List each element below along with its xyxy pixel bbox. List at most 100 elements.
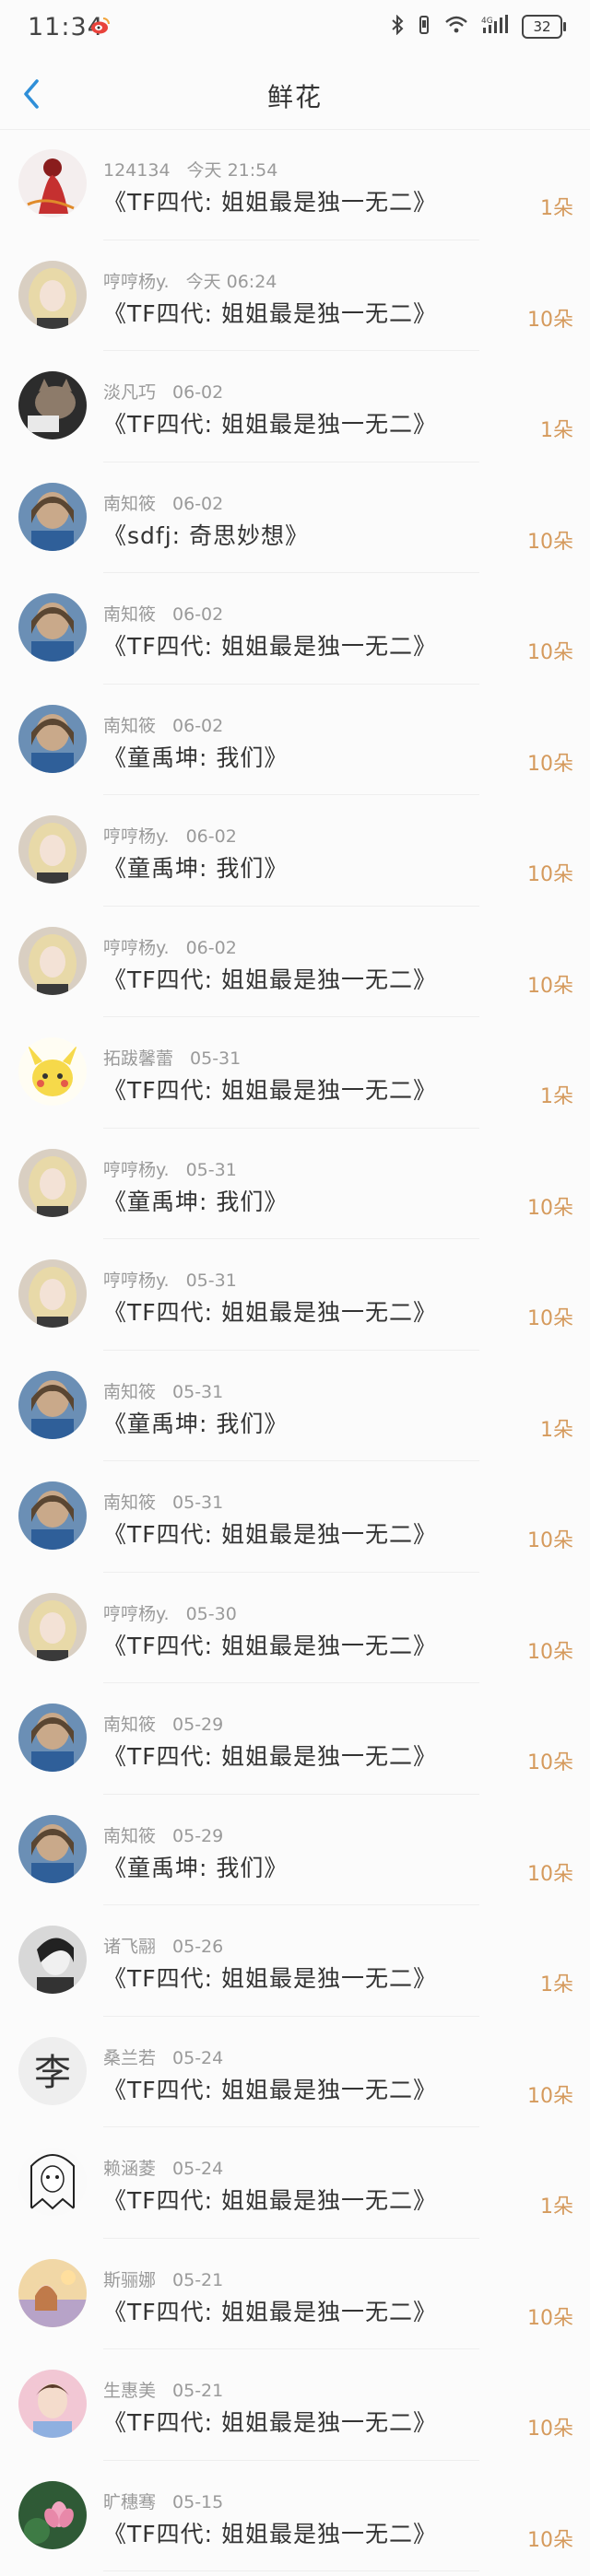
sender-meta: 拓跋馨蕾 05-31	[103, 1045, 241, 1070]
book-title[interactable]: 《TF四代: 姐姐最是独一无二》	[103, 184, 437, 217]
avatar[interactable]	[18, 2258, 87, 2327]
list-item[interactable]: 生惠美 05-21 《TF四代: 姐姐最是独一无二》 10朵	[0, 2349, 590, 2461]
sender-name: 南知筱	[103, 715, 157, 736]
book-title[interactable]: 《TF四代: 姐姐最是独一无二》	[103, 1628, 437, 1661]
list-item[interactable]: 哼哼杨y. 06-02 《童禹坤: 我们》 10朵	[0, 795, 590, 907]
avatar[interactable]	[18, 1259, 87, 1328]
status-icons: 4G 32	[391, 14, 566, 39]
send-date: 05-21	[172, 2381, 224, 2401]
book-title[interactable]: 《TF四代: 姐姐最是独一无二》	[103, 2183, 437, 2216]
flower-count: 1朵	[540, 1085, 573, 1108]
book-title[interactable]: 《TF四代: 姐姐最是独一无二》	[103, 1294, 437, 1328]
flower-count: 10朵	[527, 530, 573, 554]
list-item[interactable]: 南知筱 05-29 《童禹坤: 我们》 10朵	[0, 1795, 590, 1905]
book-title[interactable]: 《TF四代: 姐姐最是独一无二》	[103, 2294, 437, 2327]
list-item[interactable]: 124134 今天 21:54 《TF四代: 姐姐最是独一无二》 1朵	[0, 129, 590, 240]
avatar[interactable]	[18, 1926, 87, 1994]
flower-count: 10朵	[527, 1529, 573, 1552]
flower-count: 10朵	[527, 1862, 573, 1886]
avatar[interactable]	[18, 593, 87, 662]
avatar[interactable]	[18, 2480, 87, 2549]
avatar[interactable]: 李	[18, 2036, 87, 2105]
avatar[interactable]	[18, 1037, 87, 1106]
book-title[interactable]: 《TF四代: 姐姐最是独一无二》	[103, 1516, 437, 1550]
battery-icon: 32	[522, 15, 566, 39]
svg-text:4G: 4G	[481, 17, 493, 26]
book-title[interactable]: 《TF四代: 姐姐最是独一无二》	[103, 1072, 437, 1106]
book-title[interactable]: 《TF四代: 姐姐最是独一无二》	[103, 1739, 437, 1772]
list-item[interactable]: 哼哼杨y. 05-31 《童禹坤: 我们》 10朵	[0, 1129, 590, 1239]
avatar[interactable]	[18, 815, 87, 884]
avatar[interactable]	[18, 260, 87, 329]
sender-name: 南知筱	[103, 493, 157, 514]
book-title[interactable]: 《TF四代: 姐姐最是独一无二》	[103, 1961, 437, 1994]
send-date: 05-15	[172, 2491, 224, 2512]
book-title[interactable]: 《童禹坤: 我们》	[103, 1184, 288, 1217]
sender-meta: 哼哼杨y. 05-31	[103, 1156, 237, 1181]
book-title[interactable]: 《TF四代: 姐姐最是独一无二》	[103, 296, 437, 329]
list-item[interactable]: 赖涵菱 05-24 《TF四代: 姐姐最是独一无二》 1朵	[0, 2127, 590, 2239]
sender-name: 哼哼杨y.	[103, 1159, 170, 1180]
book-title[interactable]: 《童禹坤: 我们》	[103, 1406, 288, 1439]
avatar[interactable]	[18, 149, 87, 217]
list-item[interactable]: 哼哼杨y. 05-31 《TF四代: 姐姐最是独一无二》 10朵	[0, 1239, 590, 1351]
list-item[interactable]: 南知筱 05-29 《TF四代: 姐姐最是独一无二》 10朵	[0, 1683, 590, 1795]
book-title[interactable]: 《童禹坤: 我们》	[103, 1850, 288, 1883]
avatar[interactable]	[18, 1592, 87, 1661]
avatar[interactable]	[18, 482, 87, 551]
avatar[interactable]	[18, 2148, 87, 2216]
sender-meta: 南知筱 06-02	[103, 490, 223, 515]
send-date: 06-02	[172, 604, 224, 625]
list-item[interactable]: 斯骊娜 05-21 《TF四代: 姐姐最是独一无二》 10朵	[0, 2239, 590, 2349]
send-date: 06-02	[185, 826, 237, 847]
avatar[interactable]	[18, 371, 87, 439]
flower-count: 1朵	[540, 419, 573, 442]
sender-meta: 哼哼杨y. 06-02	[103, 934, 237, 959]
list-item[interactable]: 哼哼杨y. 05-30 《TF四代: 姐姐最是独一无二》 10朵	[0, 1573, 590, 1683]
avatar[interactable]	[18, 1704, 87, 1772]
book-title[interactable]: 《TF四代: 姐姐最是独一无二》	[103, 2405, 437, 2438]
send-date: 06-02	[185, 937, 237, 958]
list-item[interactable]: 南知筱 06-02 《TF四代: 姐姐最是独一无二》 10朵	[0, 573, 590, 685]
book-title[interactable]: 《TF四代: 姐姐最是独一无二》	[103, 962, 437, 995]
book-title[interactable]: 《童禹坤: 我们》	[103, 850, 288, 884]
send-date: 06-02	[172, 382, 224, 403]
avatar[interactable]	[18, 704, 87, 773]
book-title[interactable]: 《sdfj: 奇思妙想》	[103, 518, 309, 551]
send-date: 05-31	[172, 1381, 224, 1402]
list-item[interactable]: 哼哼杨y. 06-02 《TF四代: 姐姐最是独一无二》 10朵	[0, 907, 590, 1017]
book-title[interactable]: 《TF四代: 姐姐最是独一无二》	[103, 2072, 437, 2105]
avatar[interactable]	[18, 2370, 87, 2438]
sender-name: 生惠美	[103, 2381, 157, 2401]
weibo-icon	[90, 17, 111, 35]
book-title[interactable]: 《TF四代: 姐姐最是独一无二》	[103, 628, 437, 662]
list-item[interactable]: 旷穗骞 05-15 《TF四代: 姐姐最是独一无二》 10朵	[0, 2461, 590, 2571]
book-title[interactable]: 《TF四代: 姐姐最是独一无二》	[103, 406, 437, 439]
book-title[interactable]: 《童禹坤: 我们》	[103, 740, 288, 773]
list-item[interactable]: 哼哼杨y. 今天 06:24 《TF四代: 姐姐最是独一无二》 10朵	[0, 240, 590, 351]
flower-count: 10朵	[527, 1307, 573, 1330]
list-item[interactable]: 拓跋馨蕾 05-31 《TF四代: 姐姐最是独一无二》 1朵	[0, 1017, 590, 1129]
bluetooth-icon	[391, 14, 404, 39]
sender-meta: 淡凡巧 06-02	[103, 379, 223, 404]
avatar[interactable]	[18, 1481, 87, 1550]
list-item[interactable]: 南知筱 06-02 《sdfj: 奇思妙想》 10朵	[0, 463, 590, 573]
sender-meta: 南知筱 06-02	[103, 601, 223, 626]
list-item[interactable]: 南知筱 06-02 《童禹坤: 我们》 10朵	[0, 685, 590, 795]
sender-meta: 赖涵菱 05-24	[103, 2155, 223, 2180]
avatar[interactable]	[18, 1148, 87, 1217]
list-item[interactable]: 淡凡巧 06-02 《TF四代: 姐姐最是独一无二》 1朵	[0, 351, 590, 463]
avatar[interactable]	[18, 1370, 87, 1439]
book-title[interactable]: 《TF四代: 姐姐最是独一无二》	[103, 2516, 437, 2549]
flower-count: 10朵	[527, 752, 573, 776]
sender-name: 哼哼杨y.	[103, 271, 170, 292]
list-item[interactable]: 南知筱 05-31 《童禹坤: 我们》 1朵	[0, 1351, 590, 1461]
sender-meta: 哼哼杨y. 今天 06:24	[103, 268, 277, 293]
list-item[interactable]: 李 桑兰若 05-24 《TF四代: 姐姐最是独一无二》 10朵	[0, 2017, 590, 2127]
avatar[interactable]	[18, 926, 87, 995]
sender-name: 赖涵菱	[103, 2159, 157, 2179]
avatar[interactable]	[18, 1814, 87, 1883]
list-item[interactable]: 南知筱 05-31 《TF四代: 姐姐最是独一无二》 10朵	[0, 1461, 590, 1573]
list-item[interactable]: 诸飞翮 05-26 《TF四代: 姐姐最是独一无二》 1朵	[0, 1905, 590, 2017]
page-title: 鲜花	[266, 82, 323, 112]
